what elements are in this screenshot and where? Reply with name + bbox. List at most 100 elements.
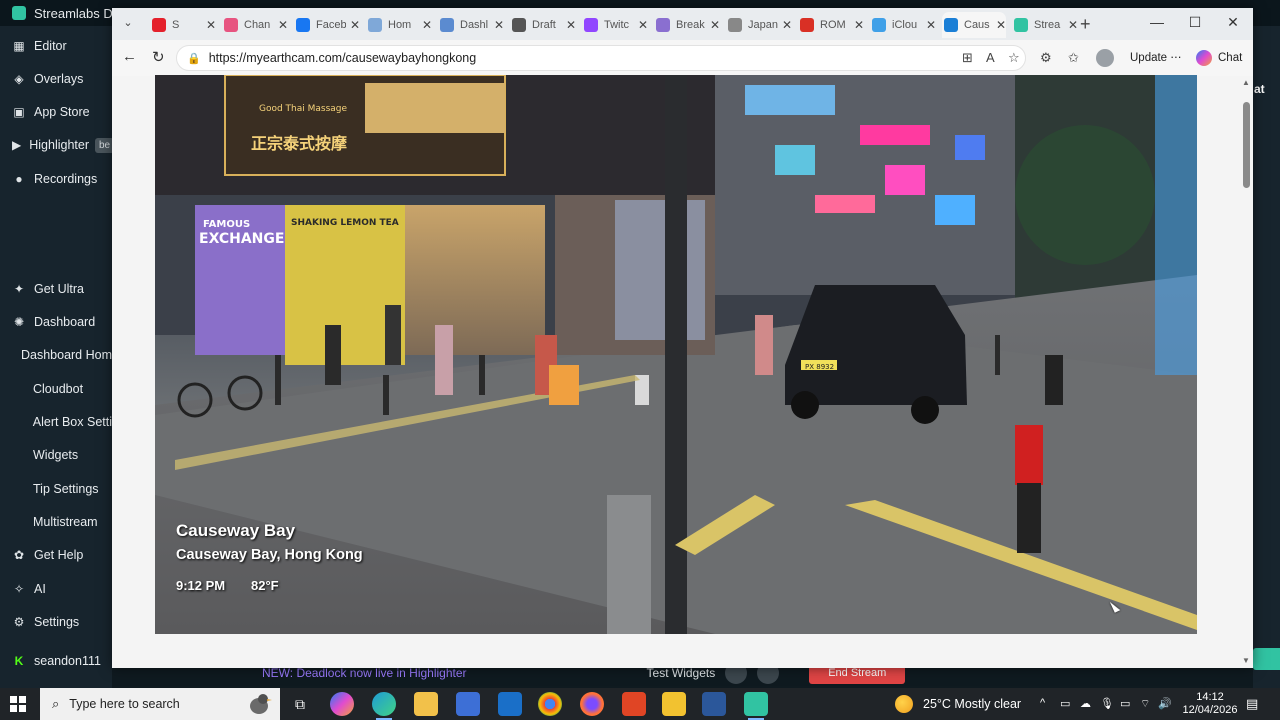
taskbar-clock[interactable]: 14:12 12/04/2026 [1180,691,1240,717]
tab-actions-icon[interactable]: ⌄ [120,16,136,32]
notifications-icon[interactable]: ▤ [1246,696,1258,712]
sidebar-item-recordings[interactable]: ● Recordings [0,165,112,193]
sidebar-item-label: App Store [34,105,90,119]
sidebar-item-tip-settings[interactable]: Tip Settings [0,475,112,503]
streamlabs-taskbar-icon[interactable] [744,692,768,720]
taskbar-search[interactable]: ⌕ Type here to search [40,688,280,720]
mail-icon[interactable] [498,692,522,716]
refresh-button[interactable]: ↻ [152,48,165,66]
file-explorer-icon[interactable] [414,692,438,716]
sidebar-item-label: Multistream [33,515,98,529]
tab-favicon-icon [296,18,310,32]
favorite-star-icon[interactable]: ☆ [1008,50,1020,66]
clock-time: 14:12 [1196,691,1224,703]
tab-close-icon[interactable]: ✕ [854,18,864,32]
scrollbar-thumb[interactable] [1243,102,1250,188]
browser-tab[interactable]: Dashl ✕ [438,12,504,38]
search-placeholder: Type here to search [69,697,180,711]
scroll-down-icon[interactable]: ▼ [1242,656,1250,665]
volume-icon[interactable]: 🔊 [1158,697,1172,710]
address-bar[interactable]: 🔒 https://myearthcam.com/causewaybayhong… [176,45,1026,71]
onedrive-icon[interactable]: ☁ [1080,697,1091,710]
sidebar-item-widgets[interactable]: Widgets [0,441,112,469]
wifi-icon[interactable]: ⌔ [1140,697,1150,711]
sidebar-item-dashboard-home[interactable]: Dashboard Hom [0,341,112,369]
chrome-icon[interactable] [538,692,562,716]
copilot-taskbar-icon[interactable] [330,692,354,716]
profile-avatar[interactable] [1096,49,1114,67]
browser-tab[interactable]: Strea ✕ [1012,12,1078,38]
tab-close-icon[interactable]: ✕ [926,18,936,32]
sidebar-item-multistream[interactable]: Multistream [0,508,112,536]
sidebar-item-overlays[interactable]: ◈ Overlays [0,65,112,93]
sidebar-item-settings[interactable]: ⚙ Settings [0,608,112,636]
tab-close-icon[interactable]: ✕ [350,18,360,32]
sidebar-item-get-help[interactable]: ✿ Get Help [0,541,112,569]
word-icon[interactable] [702,692,726,716]
microphone-icon[interactable]: 🎙 [1100,697,1114,710]
sidebar-item-account[interactable]: K seandon111 [0,647,112,675]
sticky-notes-icon[interactable] [662,692,686,716]
browser-tab[interactable]: Faceb ✕ [294,12,360,38]
windows-start-icon[interactable] [10,696,26,712]
extensions-icon[interactable]: ⚙ [1040,50,1052,66]
tab-close-icon[interactable]: ✕ [566,18,576,32]
firefox-icon[interactable] [580,692,604,716]
read-aloud-icon[interactable]: A [986,50,995,65]
sidebar-item-editor[interactable]: ▦ Editor [0,32,112,60]
browser-tab[interactable]: ROM ✕ [798,12,864,38]
meet-now-icon[interactable]: ▭ [1060,697,1070,710]
new-tab-button[interactable]: + [1080,14,1091,35]
minimize-button[interactable]: — [1142,14,1172,30]
copilot-icon [1196,50,1212,66]
tab-close-icon[interactable]: ✕ [638,18,648,32]
sidebar-item-highlighter[interactable]: ▶ Highlighter be [0,131,112,159]
sidebar-item-ai[interactable]: ✧ AI [0,575,112,603]
scroll-up-icon[interactable]: ▲ [1242,78,1250,87]
tab-close-icon[interactable]: ✕ [278,18,288,32]
browser-tab[interactable]: Japan ✕ [726,12,792,38]
browser-tab[interactable]: Chan ✕ [222,12,288,38]
browser-tab[interactable]: Hom ✕ [366,12,432,38]
site-info-icon[interactable]: 🔒 [187,52,201,65]
copilot-chat-button[interactable]: Chat [1196,50,1242,66]
right-panel-button[interactable] [1253,648,1280,670]
browser-tab[interactable]: Break ✕ [654,12,720,38]
maximize-button[interactable]: ☐ [1180,14,1210,31]
webcam-video[interactable]: Good Thai Massage 正宗泰式按摩 FAMOUS EXCHANGE… [155,75,1197,634]
tab-close-icon[interactable]: ✕ [996,18,1006,32]
browser-tab[interactable]: S ✕ [150,12,216,38]
battery-icon[interactable]: ▭ [1120,697,1130,710]
tab-close-icon[interactable]: ✕ [782,18,792,32]
tab-close-icon[interactable]: ✕ [494,18,504,32]
app-available-icon[interactable]: ⊞ [962,50,973,66]
sidebar-item-alert-box[interactable]: Alert Box Setti [0,408,112,436]
tray-overflow-icon[interactable]: ^ [1040,697,1045,709]
brave-icon[interactable] [622,692,646,716]
task-view-icon[interactable]: ⧉ [288,692,312,716]
browser-tab[interactable]: Draft ✕ [510,12,576,38]
browser-tab[interactable]: Caus ✕ [942,12,1006,38]
tab-close-icon[interactable]: ✕ [422,18,432,32]
weather-widget[interactable]: 25°C Mostly clear [895,695,1021,713]
browser-tab[interactable]: iClou ✕ [870,12,936,38]
store-icon[interactable] [456,692,480,716]
tab-close-icon[interactable]: ✕ [206,18,216,32]
news-banner[interactable]: NEW: Deadlock now live in Highlighter [262,666,467,680]
close-window-button[interactable]: ✕ [1218,14,1248,31]
back-button[interactable]: ← [122,48,137,65]
favorites-icon[interactable]: ✩ [1068,50,1079,66]
sidebar-item-dashboard[interactable]: ✺ Dashboard [0,308,112,336]
page-scrollbar[interactable]: ▲ ▼ [1240,76,1253,668]
sidebar-item-cloudbot[interactable]: Cloudbot [0,375,112,403]
update-button[interactable]: Update ⋯ [1130,50,1182,64]
tab-close-icon[interactable]: ✕ [1068,18,1078,32]
browser-tab[interactable]: Twitc ✕ [582,12,648,38]
sidebar-item-app-store[interactable]: ▣ App Store [0,98,112,126]
tab-favicon-icon [800,18,814,32]
tab-close-icon[interactable]: ✕ [710,18,720,32]
sidebar-item-get-ultra[interactable]: ✦ Get Ultra [0,275,112,303]
edge-taskbar-icon[interactable] [372,692,396,720]
tab-label: Japan [748,19,778,31]
test-widgets-label[interactable]: Test Widgets [647,666,716,680]
